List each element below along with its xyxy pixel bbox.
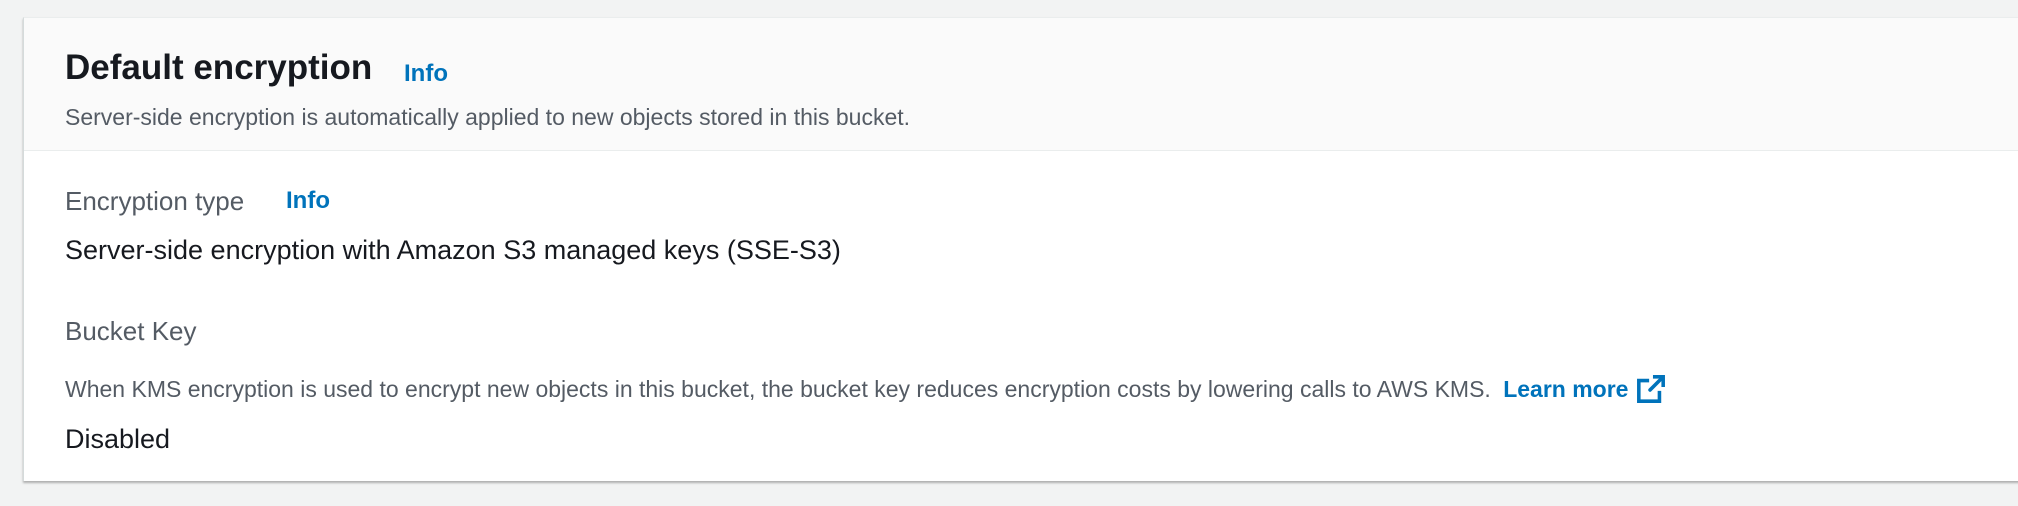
learn-more-link[interactable]: Learn more [1503, 373, 1666, 405]
default-encryption-panel: Default encryption Info Server-side encr… [23, 17, 2018, 481]
section-description: Server-side encryption is automatically … [65, 104, 911, 130]
encryption-type-label: Encryption type [65, 186, 245, 216]
bucket-key-label: Bucket Key [65, 316, 197, 346]
panel-header: Default encryption Info Server-side encr… [24, 18, 2018, 151]
bucket-key-description-text: When KMS encryption is used to encrypt n… [65, 376, 1491, 402]
encryption-type-info-link[interactable]: Info [286, 185, 330, 217]
external-link-icon [1637, 375, 1666, 403]
bucket-key-value: Disabled [65, 424, 171, 454]
encryption-type-value: Server-side encryption with Amazon S3 ma… [65, 235, 841, 265]
section-info-link[interactable]: Info [404, 58, 448, 90]
learn-more-label: Learn more [1503, 376, 1629, 402]
section-title: Default encryption [65, 48, 373, 87]
bucket-key-description: When KMS encryption is used to encrypt n… [65, 373, 1666, 405]
